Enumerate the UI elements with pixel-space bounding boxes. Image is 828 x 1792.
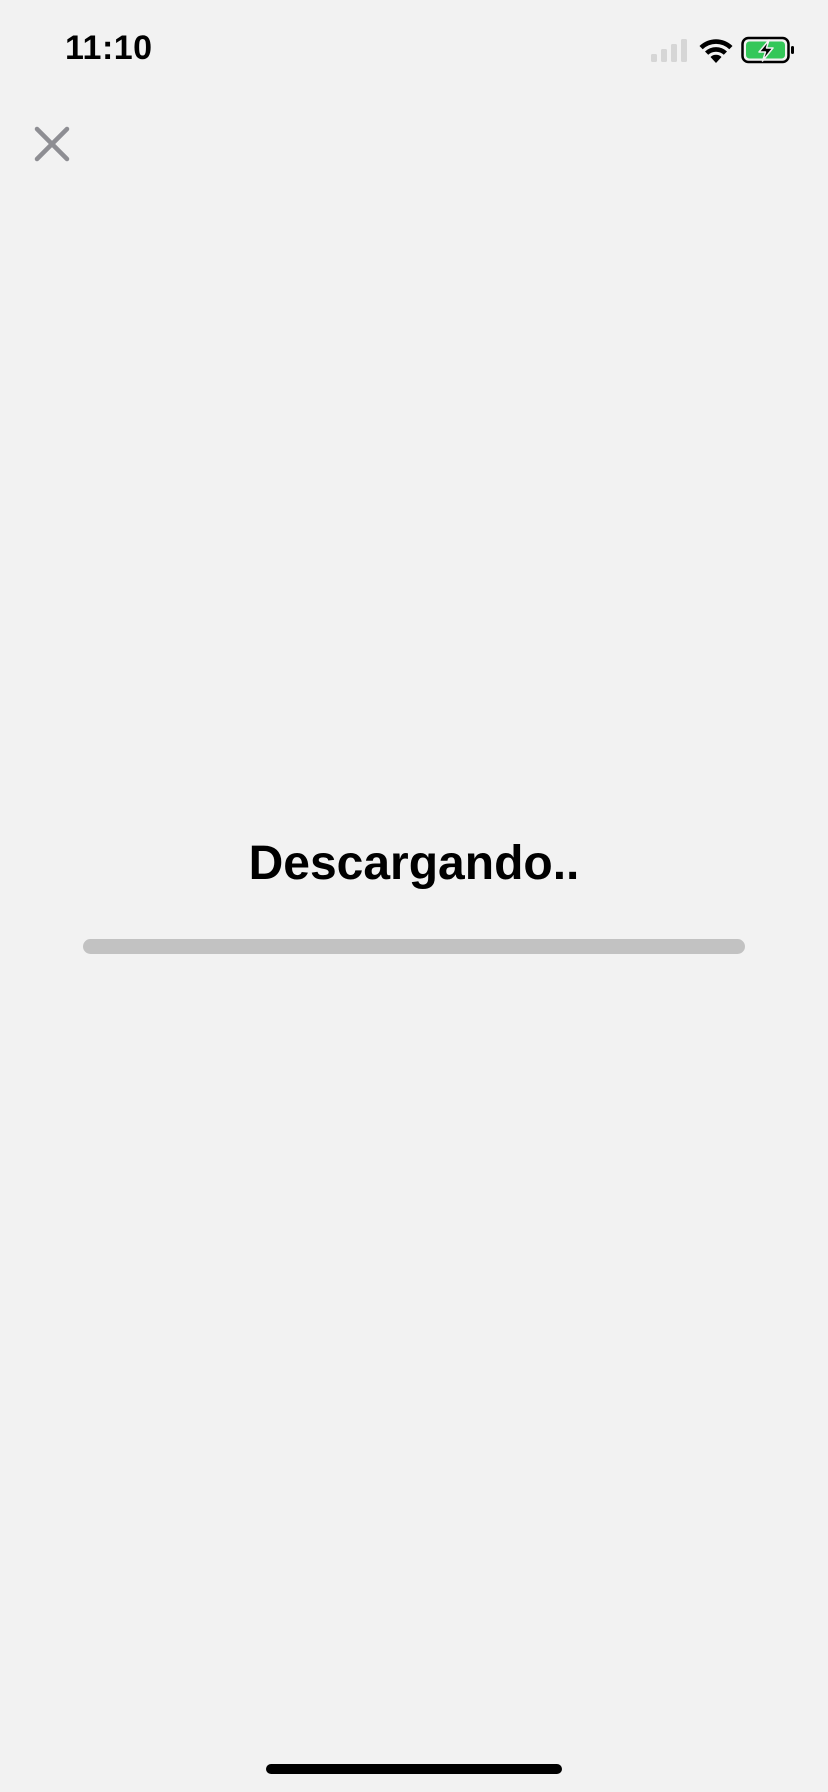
- status-bar: 11:10: [0, 0, 828, 100]
- battery-charging-icon: [741, 36, 794, 64]
- cellular-signal-icon: [651, 39, 687, 62]
- close-icon: [34, 126, 70, 162]
- download-status-title: Descargando..: [248, 837, 580, 890]
- home-indicator[interactable]: [266, 1764, 562, 1774]
- status-time: 11:10: [65, 29, 153, 67]
- download-progress-bar: [83, 939, 745, 954]
- close-button[interactable]: [22, 114, 82, 174]
- wifi-icon: [699, 39, 733, 63]
